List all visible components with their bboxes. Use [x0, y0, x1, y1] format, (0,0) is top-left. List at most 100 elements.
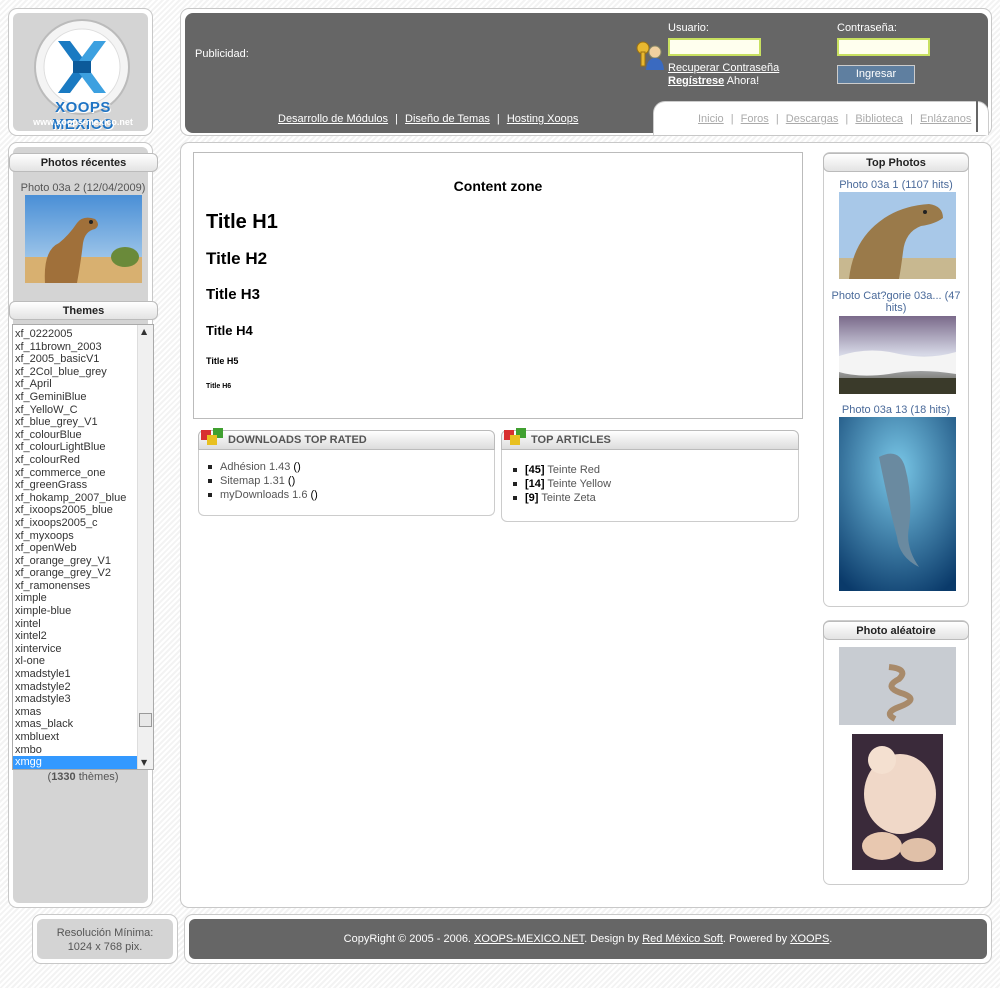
random-photo-snake[interactable]	[839, 647, 956, 725]
themes-scrollbar[interactable]: ▲ ▼	[137, 325, 153, 769]
theme-option[interactable]: xmgg	[13, 756, 153, 769]
article-item[interactable]: [45] Teinte Red	[513, 464, 600, 476]
nav-descargas[interactable]: Descargas	[786, 113, 839, 125]
nav-enlazanos[interactable]: Enlázanos	[920, 113, 971, 125]
theme-option[interactable]: xf_ixoops2005_blue	[13, 504, 153, 517]
article-item[interactable]: [9] Teinte Zeta	[513, 492, 596, 504]
theme-option[interactable]: xf_April	[13, 378, 153, 391]
theme-option[interactable]: xf_YelloW_C	[13, 404, 153, 417]
download-item[interactable]: Adhésion 1.43 ()	[208, 461, 301, 473]
cubes-icon	[200, 425, 226, 447]
resolution-inner: Resolución Mínima: 1024 x 768 pix.	[37, 919, 173, 959]
themes-listbox[interactable]: xf_0222005 xf_11brown_2003 xf_2005_basicV1…	[12, 324, 154, 770]
download-item[interactable]: Sitemap 1.31 ()	[208, 475, 295, 487]
theme-option[interactable]: xf_blue_grey_V1	[13, 416, 153, 429]
dog-image-icon	[852, 734, 943, 870]
recover-password-link[interactable]: Recuperar Contraseña	[668, 62, 779, 74]
theme-option[interactable]: ximple	[13, 592, 153, 605]
nav-tab: Inicio | Foros | Descargas | Biblioteca …	[653, 98, 989, 135]
login-button[interactable]: Ingresar	[837, 65, 915, 84]
theme-option[interactable]: ximple-blue	[13, 605, 153, 618]
theme-option[interactable]: xmas	[13, 706, 153, 719]
theme-option[interactable]: xf_myxoops	[13, 530, 153, 543]
theme-option[interactable]: xf_orange_grey_V1	[13, 555, 153, 568]
register-link[interactable]: Regístrese	[668, 75, 724, 87]
top-photo-birds[interactable]	[839, 316, 956, 394]
user-keys-icon	[633, 38, 665, 70]
title-h2: Title H2	[206, 249, 268, 268]
title-h6: Title H6	[206, 383, 232, 390]
logo-title: XOOPS MEXICO	[51, 99, 115, 133]
link-module-dev[interactable]: Desarrollo de Módulos	[278, 113, 388, 125]
title-h3: Title H3	[206, 286, 260, 303]
scroll-thumb[interactable]	[139, 713, 152, 727]
link-theme-design[interactable]: Diseño de Temas	[405, 113, 490, 125]
theme-option[interactable]: xf_orange_grey_V2	[13, 567, 153, 580]
themes-count-number: 1330	[51, 771, 76, 783]
theme-option[interactable]: xmadstyle2	[13, 681, 153, 694]
xoops-link[interactable]: XOOPS	[790, 933, 829, 945]
themes-count-suffix: thèmes	[78, 771, 115, 783]
nav-foros[interactable]: Foros	[741, 113, 769, 125]
title-h4: Title H4	[206, 323, 253, 338]
random-photo-title: Photo aléatoire	[823, 621, 969, 640]
theme-option[interactable]: xintel	[13, 618, 153, 631]
top-photo-camel[interactable]	[839, 192, 956, 279]
theme-option[interactable]: xf_2005_basicV1	[13, 353, 153, 366]
theme-option[interactable]: xmbluext	[13, 731, 153, 744]
top-photo-caption[interactable]: Photo Cat?gorie 03a... (47 hits)	[826, 290, 966, 314]
theme-option[interactable]: xf_ramonenses	[13, 580, 153, 593]
theme-option[interactable]: xmadstyle3	[13, 693, 153, 706]
recent-photo-camel[interactable]	[25, 195, 142, 283]
footer-panel: CopyRight © 2005 - 2006. XOOPS-MEXICO.NE…	[184, 914, 992, 964]
scroll-down-icon[interactable]: ▼	[141, 758, 147, 767]
recent-photo-caption[interactable]: Photo 03a 2 (12/04/2009)	[12, 182, 154, 194]
theme-option[interactable]: xintel2	[13, 630, 153, 643]
site-link[interactable]: XOOPS-MEXICO.NET	[474, 933, 584, 945]
downloads-header: DOWNLOADS TOP RATED	[198, 430, 495, 450]
theme-option[interactable]: xl-one	[13, 655, 153, 668]
top-photo-caption[interactable]: Photo 03a 1 (1107 hits)	[826, 179, 966, 191]
theme-option[interactable]: xf_0222005	[13, 328, 153, 341]
password-input[interactable]	[837, 38, 930, 56]
theme-option[interactable]: xf_11brown_2003	[13, 341, 153, 354]
designer-link[interactable]: Red México Soft	[642, 933, 723, 945]
top-photos-title: Top Photos	[823, 153, 969, 172]
theme-option[interactable]: xf_openWeb	[13, 542, 153, 555]
scroll-up-icon[interactable]: ▲	[141, 327, 147, 336]
top-photo-caption[interactable]: Photo 03a 13 (18 hits)	[826, 404, 966, 416]
theme-option[interactable]: xf_2Col_blue_grey	[13, 366, 153, 379]
article-item[interactable]: [14] Teinte Yellow	[513, 478, 611, 490]
username-input[interactable]	[668, 38, 761, 56]
snake-image-icon	[839, 647, 956, 725]
top-photo-dolphin[interactable]	[839, 417, 956, 591]
theme-option[interactable]: xf_hokamp_2007_blue	[13, 492, 153, 505]
theme-option[interactable]: xf_colourLightBlue	[13, 441, 153, 454]
theme-option[interactable]: xf_colourRed	[13, 454, 153, 467]
logo-url: www.xoops-mexico.net	[33, 117, 133, 127]
title-h5: Title H5	[206, 356, 239, 366]
nav-inicio[interactable]: Inicio	[698, 113, 724, 125]
themes-count: (1330 thèmes)	[47, 771, 119, 783]
theme-option[interactable]: xmadstyle1	[13, 668, 153, 681]
theme-option[interactable]: xf_ixoops2005_c	[13, 517, 153, 530]
content-zone: Content zone Title H1 Title H2 Title H3 …	[193, 152, 803, 419]
dolphin-image-icon	[839, 417, 956, 591]
main-nav: Inicio | Foros | Descargas | Biblioteca …	[698, 113, 971, 125]
theme-option[interactable]: xf_commerce_one	[13, 467, 153, 480]
header-links: Desarrollo de Módulos | Diseño de Temas …	[278, 113, 578, 125]
nav-biblioteca[interactable]: Biblioteca	[855, 113, 903, 125]
camel-head-image-icon	[839, 192, 956, 279]
download-item[interactable]: myDownloads 1.6 ()	[208, 489, 318, 501]
theme-option[interactable]: xmas_black	[13, 718, 153, 731]
theme-option[interactable]: xf_colourBlue	[13, 429, 153, 442]
theme-option[interactable]: xf_GeminiBlue	[13, 391, 153, 404]
theme-option[interactable]: xintervice	[13, 643, 153, 656]
random-photo-dog[interactable]	[852, 734, 943, 870]
theme-option[interactable]: xf_greenGrass	[13, 479, 153, 492]
theme-option[interactable]: xmbo	[13, 744, 153, 757]
register-line: Regístrese Ahora!	[668, 75, 759, 87]
link-hosting[interactable]: Hosting Xoops	[507, 113, 579, 125]
logo-area[interactable]: XOOPS MEXICO www.xoops-mexico.net	[13, 13, 148, 133]
resolution-line-1: Resolución Mínima:	[56, 927, 154, 939]
